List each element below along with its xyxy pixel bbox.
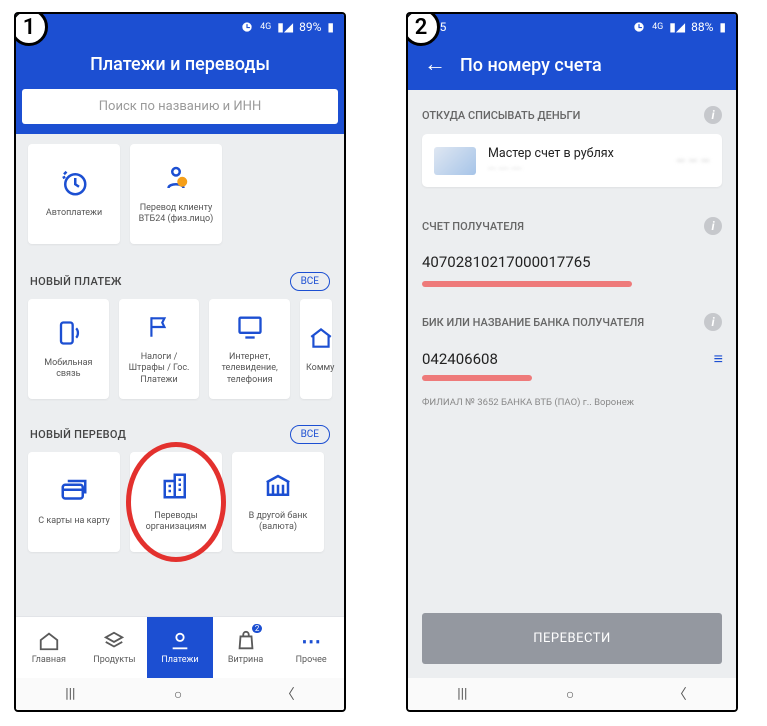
nav-payments[interactable]: Платежи (147, 617, 213, 678)
signal-icon: ▮◢ (669, 20, 685, 34)
card-thumb-icon (434, 147, 476, 175)
recent-apps-icon[interactable]: ||| (457, 686, 467, 702)
tile-label: Налоги / Штрафы / Гос. Платежи (123, 352, 196, 386)
content-area: Автоплатежи Перевод клиенту ВТБ24 (физ.л… (16, 134, 344, 616)
tile-utilities[interactable]: Комму (300, 299, 332, 399)
signal-icon: ▮◢ (277, 20, 293, 34)
flag-icon (144, 312, 174, 342)
info-icon[interactable]: i (704, 217, 722, 235)
search-input[interactable]: Поиск по названию и ИНН (22, 89, 338, 124)
highlight-ring (126, 442, 226, 562)
clock-icon (59, 168, 89, 198)
house-icon (306, 323, 336, 353)
tile-label: Перевод клиенту ВТБ24 (физ.лицо) (134, 203, 218, 226)
status-bar: *7:35 4G ▮◢ 88% ▮ (408, 14, 736, 40)
account-name: Мастер счет в рублях (488, 146, 664, 161)
status-bar: *34 4G ▮◢ 89% ▮ (16, 14, 344, 40)
phone-signal-icon (53, 318, 83, 348)
nav-label: Платежи (161, 655, 198, 665)
tile-label: Автоплатежи (46, 208, 102, 219)
home-icon (38, 630, 60, 652)
section-title: НОВЫЙ ПЛАТЕЖ (30, 275, 122, 288)
recent-apps-icon[interactable]: ||| (65, 686, 75, 702)
tile-label: В другой банк (валюта) (236, 511, 320, 534)
battery-icon: ▮ (327, 20, 334, 34)
recipient-account-input[interactable]: 40702810217000017765 (422, 245, 722, 277)
nav-badge: 2 (252, 624, 263, 633)
nav-more[interactable]: ⋯ Прочее (278, 617, 344, 678)
recipient-account-label: СЧЕТ ПОЛУЧАТЕЛЯ (422, 220, 524, 233)
search-container: Поиск по названию и ИНН (16, 89, 344, 134)
tile-org-transfer[interactable]: Переводы организациям (130, 452, 222, 552)
back-icon[interactable]: 〈 (281, 684, 295, 704)
tile-label: Мобильная связь (32, 358, 105, 381)
header-title: По номеру счета (460, 55, 720, 76)
alarm-icon (632, 20, 646, 34)
bottom-nav: Главная Продукты Платежи 2 Витрина ⋯ Про… (16, 616, 344, 678)
tile-label: Переводы организациям (134, 511, 218, 534)
see-all-button[interactable]: ВСЕ (290, 425, 330, 444)
list-icon[interactable]: ≡ (714, 349, 722, 369)
nav-label: Прочее (296, 655, 327, 665)
nav-label: Витрина (228, 655, 263, 665)
info-icon[interactable]: i (704, 313, 722, 331)
account-amount: — — — (676, 154, 710, 168)
see-all-button[interactable]: ВСЕ (290, 272, 330, 291)
nav-label: Продукты (93, 655, 135, 665)
system-nav: ||| ○ 〈 (408, 678, 736, 710)
section-title: НОВЫЙ ПЕРЕВОД (30, 428, 126, 441)
nav-label: Главная (32, 655, 66, 665)
transfer-button[interactable]: ПЕРЕВЕСТИ (422, 613, 722, 664)
highlight-underline (422, 281, 632, 287)
buildings-icon (161, 471, 191, 501)
tile-taxes[interactable]: Налоги / Штрафы / Гос. Платежи (119, 299, 200, 399)
bag-icon (235, 630, 257, 652)
tile-person-transfer[interactable]: Перевод клиенту ВТБ24 (физ.лицо) (130, 144, 222, 244)
network-label: 4G (260, 22, 271, 32)
tile-label: Комму (306, 363, 334, 374)
bik-label: БИК ИЛИ НАЗВАНИЕ БАНКА ПОЛУЧАТЕЛЯ (422, 316, 644, 329)
battery-icon: ▮ (719, 20, 726, 34)
bik-input[interactable]: 042406608 (422, 350, 498, 368)
tile-internet[interactable]: Интернет, телевидение, телефония (209, 299, 290, 399)
layers-icon (103, 630, 125, 652)
header-title: Платежи и переводы (32, 54, 328, 75)
person-circle-icon (169, 630, 191, 652)
battery-pct: 88% (691, 20, 713, 34)
back-icon[interactable]: 〈 (673, 684, 687, 704)
tile-label: С карты на карту (38, 516, 110, 527)
app-header: Платежи и переводы (16, 40, 344, 89)
network-label: 4G (652, 22, 663, 32)
home-icon[interactable]: ○ (174, 686, 182, 703)
from-account-label: ОТКУДА СПИСЫВАТЬ ДЕНЬГИ (422, 109, 580, 122)
highlight-underline (422, 375, 532, 381)
source-account-card[interactable]: Мастер счет в рублях ··· ···· ···· — — — (422, 134, 722, 187)
tile-mobile[interactable]: Мобильная связь (28, 299, 109, 399)
nav-home[interactable]: Главная (16, 617, 82, 678)
battery-pct: 89% (299, 20, 321, 34)
cards-icon (59, 476, 89, 506)
back-arrow-icon[interactable]: ← (424, 54, 446, 76)
dots-icon: ⋯ (300, 630, 322, 652)
nav-products[interactable]: Продукты (82, 617, 148, 678)
bank-caption: ФИЛИАЛ № 3652 БАНКА ВТБ (ПАО) г.. Вороне… (408, 391, 736, 408)
tile-card-to-card[interactable]: С карты на карту (28, 452, 120, 552)
phone-screen-2: 2 *7:35 4G ▮◢ 88% ▮ ← По номеру счета ОТ… (406, 12, 738, 712)
account-sub: ··· ···· ···· (488, 164, 664, 175)
person-icon (161, 163, 191, 193)
tile-label: Интернет, телевидение, телефония (213, 352, 286, 386)
monitor-icon (235, 312, 265, 342)
tile-autopay[interactable]: Автоплатежи (28, 144, 120, 244)
info-icon[interactable]: i (704, 106, 722, 124)
alarm-icon (240, 20, 254, 34)
bank-icon (263, 471, 293, 501)
home-icon[interactable]: ○ (566, 686, 574, 703)
system-nav: ||| ○ 〈 (16, 678, 344, 710)
phone-screen-1: 1 *34 4G ▮◢ 89% ▮ Платежи и переводы Пои… (14, 12, 346, 712)
tile-other-bank[interactable]: В другой банк (валюта) (232, 452, 324, 552)
nav-showcase[interactable]: 2 Витрина (213, 617, 279, 678)
content-area: ОТКУДА СПИСЫВАТЬ ДЕНЬГИ i Мастер счет в … (408, 90, 736, 678)
app-header: ← По номеру счета (408, 40, 736, 90)
